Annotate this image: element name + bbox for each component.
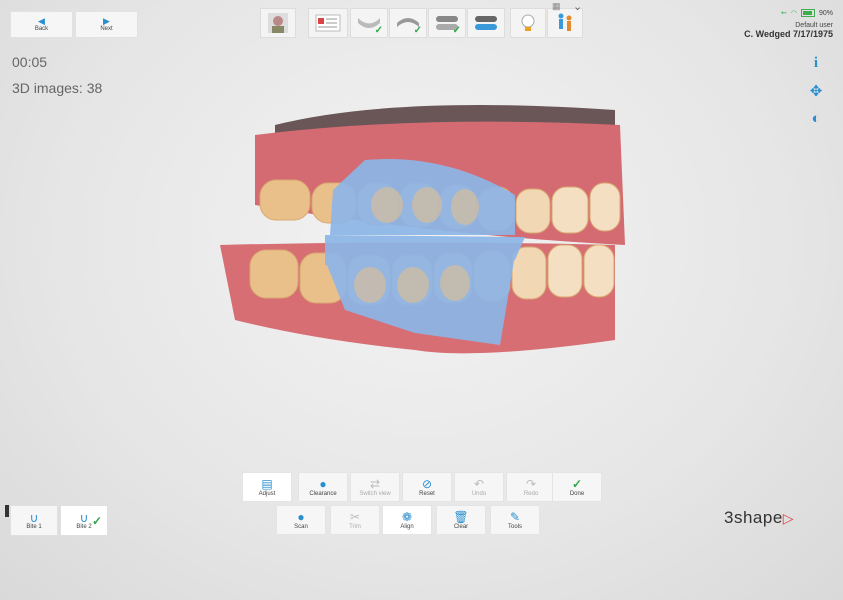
color-toggle-icon[interactable]: ◐ — [805, 107, 827, 129]
tools-button[interactable]: ✎ Tools — [490, 505, 540, 535]
redo-button[interactable]: ↷ Redo — [506, 472, 556, 502]
battery-level: 90% — [818, 9, 833, 17]
bite-2-done-icon: ✓ — [91, 514, 102, 528]
trim-icon: ✂ — [349, 509, 361, 524]
trash-icon: 🗑 — [453, 509, 469, 524]
scan-button[interactable]: ● Scan — [276, 505, 326, 535]
image-count: 3D images: 38 — [12, 80, 103, 96]
bite-active-step[interactable] — [467, 8, 505, 38]
switch-view-icon: ⇄ — [369, 476, 381, 491]
info-icon[interactable]: i — [805, 52, 827, 74]
bite-align-icon — [475, 16, 497, 30]
undo-icon: ↶ — [473, 476, 485, 491]
lightbulb-icon — [521, 14, 535, 31]
analysis-step[interactable] — [510, 8, 546, 38]
dental-3d-model[interactable] — [215, 95, 635, 370]
3shape-logo: 3shape▷ — [724, 508, 795, 527]
order-form-step[interactable] — [308, 8, 348, 38]
scan-icon: ● — [297, 509, 305, 524]
align-icon: ❁ — [401, 509, 413, 524]
patient-avatar-icon — [268, 13, 288, 33]
bite-2-icon: ∪ — [79, 510, 89, 525]
step-complete-icon: ✓ — [374, 25, 383, 36]
bite-1-icon: ∪ — [29, 510, 39, 525]
logo-triangle-icon: ▷ — [782, 510, 795, 526]
trim-button[interactable]: ✂ Trim — [330, 505, 380, 535]
next-button[interactable]: ▶ Next — [75, 11, 138, 38]
user-label: Default user — [795, 22, 833, 29]
status-area: ⇜ ◠ 90% Default user C. Wedged 7/17/1975 — [744, 9, 833, 39]
bite-step[interactable]: ✓ — [428, 8, 466, 38]
wifi-icon: ◠ — [790, 10, 797, 17]
tools-icon: ✎ — [509, 509, 521, 524]
clearance-button[interactable]: ● Clearance — [298, 472, 348, 502]
connection-icon: ⇜ — [781, 10, 787, 17]
bite-2-button[interactable]: ∪ Bite 2 ✓ — [60, 505, 108, 536]
step-complete-icon: ✓ — [413, 25, 422, 36]
figures-icon — [558, 13, 572, 31]
grid-icon[interactable]: ▦ — [552, 1, 561, 12]
scanner-tip — [5, 505, 9, 517]
clear-button[interactable]: 🗑 Clear — [436, 505, 486, 535]
adjust-icon: ▤ — [261, 476, 273, 491]
back-button[interactable]: ◀ Back — [10, 11, 73, 38]
battery-icon — [800, 9, 815, 17]
bite-1-button[interactable]: ∪ Bite 1 — [10, 505, 58, 536]
chevron-down-icon[interactable]: ⌄ — [573, 0, 582, 13]
switch-view-button[interactable]: ⇄ Switch view — [350, 472, 400, 502]
clearance-icon: ● — [319, 476, 327, 491]
adjust-button[interactable]: ▤ Adjust — [242, 472, 292, 502]
reset-icon: ⊘ — [421, 476, 433, 491]
center-view-icon[interactable]: ✥ — [805, 80, 827, 102]
reset-button[interactable]: ⊘ Reset — [402, 472, 452, 502]
patient-photo-step[interactable] — [260, 8, 296, 38]
step-complete-icon: ✓ — [452, 25, 461, 36]
lower-jaw-step[interactable]: ✓ — [389, 8, 427, 38]
redo-icon: ↷ — [525, 476, 537, 491]
arrow-left-icon: ◀ — [38, 16, 45, 26]
check-icon: ✓ — [571, 476, 583, 491]
arrow-right-icon: ▶ — [103, 16, 110, 26]
upper-jaw-step[interactable]: ✓ — [350, 8, 388, 38]
done-button[interactable]: ✓ Done — [552, 472, 602, 502]
align-button[interactable]: ❁ Align — [382, 505, 432, 535]
patient-label: C. Wedged 7/17/1975 — [744, 29, 833, 39]
undo-button[interactable]: ↶ Undo — [454, 472, 504, 502]
scan-timer: 00:05 — [12, 54, 48, 70]
order-form-icon — [315, 14, 341, 32]
